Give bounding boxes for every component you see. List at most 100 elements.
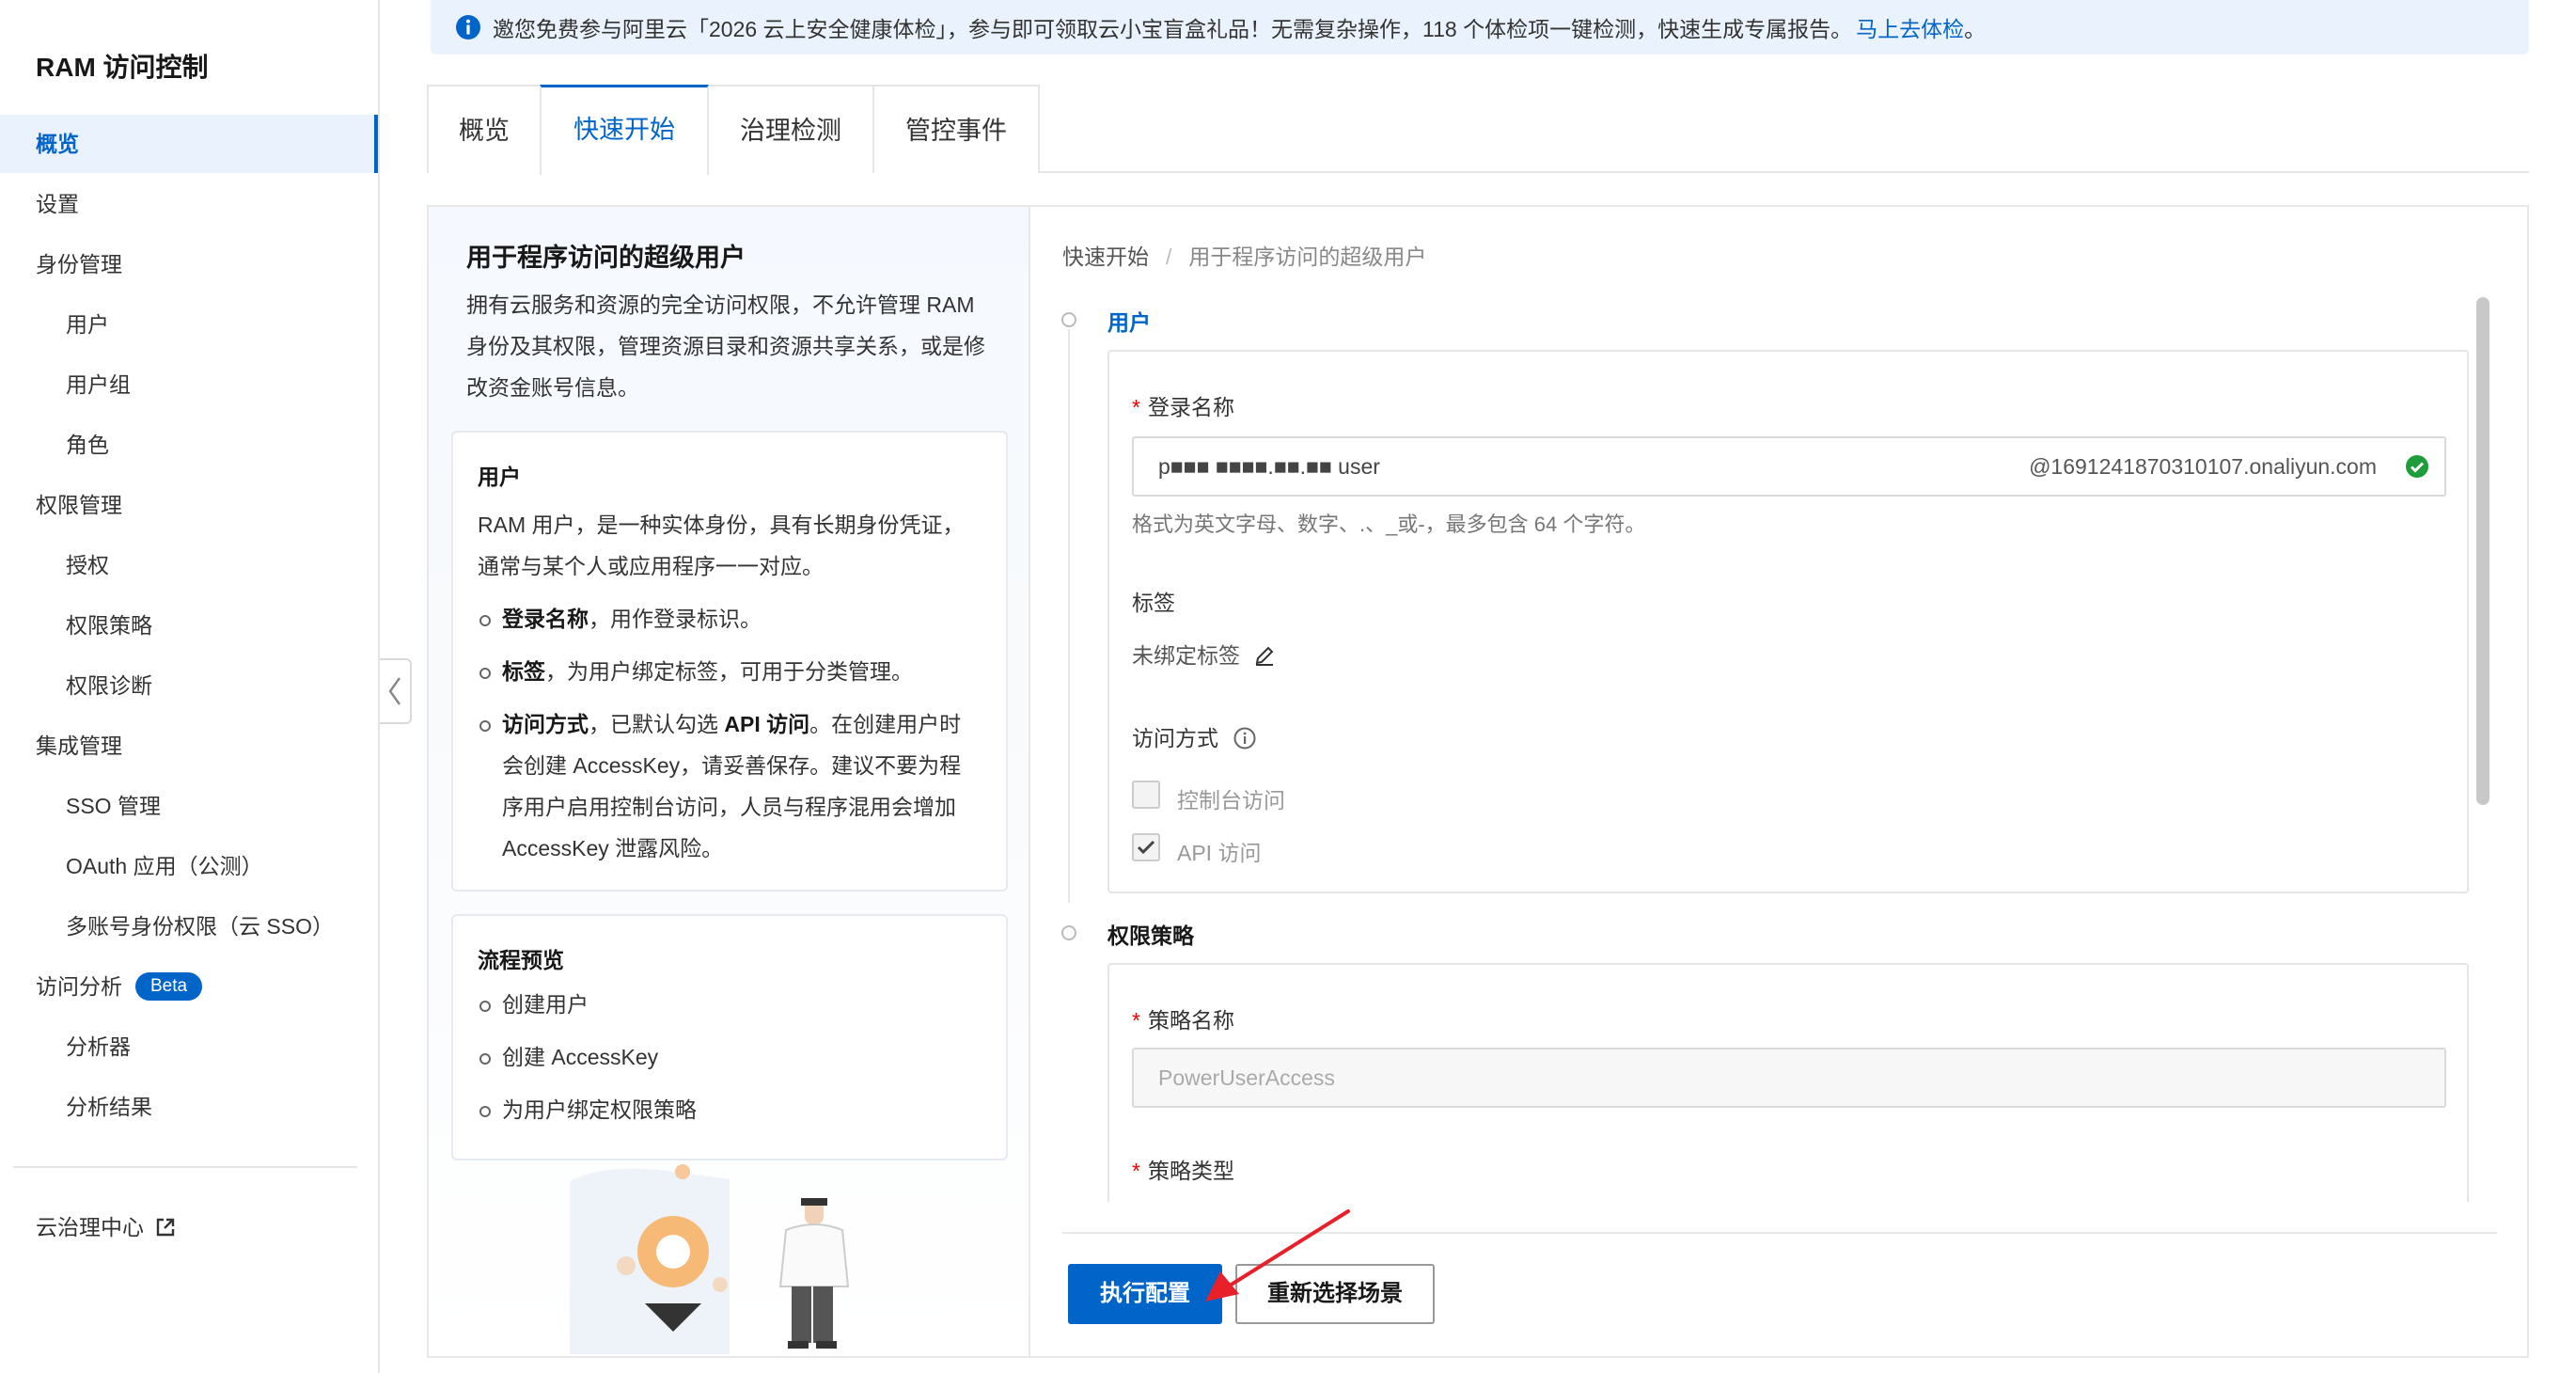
sidebar-item-users[interactable]: 用户	[0, 295, 378, 354]
sidebar-item-user-groups[interactable]: 用户组	[0, 355, 378, 414]
sidebar-item-label: 分析结果	[66, 1095, 152, 1119]
policy-name-label: * 策略名称	[1132, 1008, 1234, 1033]
sidebar-item-label: 分析器	[66, 1034, 131, 1059]
scenario-illustration	[570, 1164, 850, 1354]
help-info-icon[interactable]	[1233, 727, 1256, 750]
sidebar-item-policies[interactable]: 权限策略	[0, 596, 378, 655]
breadcrumb-separator: /	[1166, 245, 1172, 269]
sidebar-item-label: 权限管理	[36, 493, 122, 517]
sidebar-item-label: 角色	[66, 433, 109, 457]
tab-label: 快速开始	[573, 116, 675, 144]
sidebar-item-label: OAuth 应用（公测）	[66, 854, 263, 878]
sidebar-group-access-analysis[interactable]: 访问分析 Beta	[0, 957, 378, 1016]
user-form: * 登录名称 p■■■ ■■■■.■■.■■ user @169124187031…	[1107, 350, 2469, 893]
sidebar-item-grants[interactable]: 授权	[0, 536, 378, 594]
sidebar-group-permissions[interactable]: 权限管理	[0, 476, 378, 534]
form-scrollbar[interactable]	[2476, 297, 2490, 805]
user-card-bullet: 标签，为用户绑定标签，可用于分类管理。	[478, 651, 982, 692]
edit-pencil-icon[interactable]	[1253, 644, 1276, 667]
annotation-arrow-icon	[1205, 1209, 1350, 1302]
sidebar-item-oauth[interactable]: OAuth 应用（公测）	[0, 837, 378, 895]
required-mark: *	[1132, 395, 1140, 419]
flow-card-title: 流程预览	[478, 948, 564, 972]
banner-text: 邀您免费参与阿里云「2026 云上安全健康体检」，参与即可领取云小宝盲盒礼品！无…	[493, 17, 1853, 41]
policy-name-input[interactable]: PowerUserAccess	[1132, 1048, 2446, 1108]
tab-governance-check[interactable]: 治理检测	[707, 85, 874, 173]
success-check-icon	[2406, 455, 2428, 478]
sidebar-item-label: 云治理中心	[36, 1215, 144, 1239]
external-link-icon	[157, 1218, 175, 1237]
api-access-label: API 访问	[1177, 841, 1262, 865]
breadcrumb: 快速开始 / 用于程序访问的超级用户	[1062, 239, 1426, 271]
user-info-card: 用户 RAM 用户，是一种实体身份，具有长期身份凭证，通常与某个人或应用程序一一…	[451, 431, 1008, 892]
step-dot-user	[1061, 312, 1076, 327]
sidebar-divider	[13, 1166, 357, 1168]
access-method-label: 访问方式	[1132, 720, 1256, 752]
sidebar-item-label: 权限策略	[66, 613, 152, 638]
sidebar-item-overview[interactable]: 概览	[0, 115, 378, 173]
sidebar-group-identity[interactable]: 身份管理	[0, 235, 378, 293]
sidebar-item-label: 身份管理	[36, 252, 122, 276]
tab-overview[interactable]: 概览	[427, 85, 542, 173]
user-card-bullet: 登录名称，用作登录标识。	[478, 598, 982, 639]
tab-control-events[interactable]: 管控事件	[872, 85, 1040, 173]
scenario-title: 用于程序访问的超级用户	[466, 244, 746, 272]
sidebar-title: RAM 访问控制	[36, 53, 209, 82]
sidebar-item-label: 用户	[66, 312, 109, 337]
login-name-input[interactable]: p■■■ ■■■■.■■.■■ user @1691241870310107.o…	[1132, 436, 2446, 497]
user-card-title: 用户	[478, 465, 521, 489]
tab-label: 治理检测	[740, 117, 841, 145]
flow-step: 创建 AccessKey	[478, 1036, 982, 1078]
sidebar-item-label: 设置	[36, 192, 79, 216]
login-name-label: * 登录名称	[1132, 395, 1234, 419]
tab-bar: 概览 快速开始 治理检测 管控事件	[427, 85, 2529, 175]
sidebar-item-roles[interactable]: 角色	[0, 416, 378, 474]
sidebar-item-label: 概览	[36, 132, 79, 156]
beta-badge: Beta	[135, 971, 203, 1001]
sidebar-item-label: 权限诊断	[66, 673, 152, 698]
login-name-value: p■■■ ■■■■.■■.■■ user	[1158, 454, 1380, 479]
sidebar-item-label: 授权	[66, 553, 109, 577]
step-label-user: 用户	[1107, 310, 1151, 335]
sidebar-item-sso[interactable]: SSO 管理	[0, 777, 378, 835]
tab-label: 概览	[459, 117, 510, 145]
tag-value-text: 未绑定标签	[1132, 643, 1240, 668]
api-access-checkbox[interactable]	[1132, 833, 1160, 861]
required-mark: *	[1132, 1008, 1140, 1033]
scenario-info-panel: 用于程序访问的超级用户 拥有云服务和资源的完全访问权限，不允许管理 RAM 身份…	[429, 207, 1030, 1356]
login-name-hint: 格式为英文字母、数字、.、_或-，最多包含 64 个字符。	[1132, 513, 1646, 536]
login-name-domain-suffix: @1691241870310107.onaliyun.com	[2029, 454, 2377, 479]
console-access-label: 控制台访问	[1177, 788, 1285, 813]
promo-banner: 邀您免费参与阿里云「2026 云上安全健康体检」，参与即可领取云小宝盲盒礼品！无…	[431, 0, 2529, 55]
sidebar-item-label: 多账号身份权限（云 SSO）	[66, 914, 334, 939]
sidebar-link-governance[interactable]: 云治理中心	[0, 1198, 378, 1256]
sidebar-collapse-button[interactable]	[380, 658, 412, 724]
policy-form: * 策略名称 PowerUserAccess * 策略类型	[1107, 963, 2469, 1202]
tab-quick-start[interactable]: 快速开始	[540, 85, 709, 175]
sidebar: RAM 访问控制 概览 设置 身份管理 用户 用户组 角色 权限管理 授权 权限…	[0, 0, 380, 1373]
step-timeline	[1068, 329, 1070, 903]
sidebar-item-analysis-results[interactable]: 分析结果	[0, 1078, 378, 1136]
policy-name-value: PowerUserAccess	[1158, 1065, 1335, 1090]
sidebar-item-diagnosis[interactable]: 权限诊断	[0, 656, 378, 715]
sidebar-item-settings[interactable]: 设置	[0, 175, 378, 233]
banner-suffix: 。	[1964, 17, 1987, 41]
breadcrumb-root[interactable]: 快速开始	[1062, 245, 1149, 269]
banner-link[interactable]: 马上去体检	[1856, 11, 1964, 43]
sidebar-item-analyzer[interactable]: 分析器	[0, 1018, 378, 1076]
sidebar-item-label: SSO 管理	[66, 794, 161, 818]
step-label-policy: 权限策略	[1107, 923, 1194, 948]
console-access-checkbox[interactable]	[1132, 781, 1160, 809]
sidebar-item-label: 访问分析	[36, 974, 122, 999]
step-dot-policy	[1061, 925, 1076, 940]
flow-preview-card: 流程预览 创建用户 创建 AccessKey 为用户绑定权限策略	[451, 914, 1008, 1160]
sidebar-group-integration[interactable]: 集成管理	[0, 717, 378, 775]
sidebar-item-cloud-sso[interactable]: 多账号身份权限（云 SSO）	[0, 897, 378, 955]
required-mark: *	[1132, 1159, 1140, 1183]
tag-label: 标签	[1132, 591, 1175, 615]
info-icon	[456, 15, 480, 39]
flow-step: 创建用户	[478, 984, 982, 1025]
sidebar-item-label: 集成管理	[36, 734, 122, 758]
checkmark-icon	[1137, 840, 1155, 855]
flow-step: 为用户绑定权限策略	[478, 1089, 982, 1130]
